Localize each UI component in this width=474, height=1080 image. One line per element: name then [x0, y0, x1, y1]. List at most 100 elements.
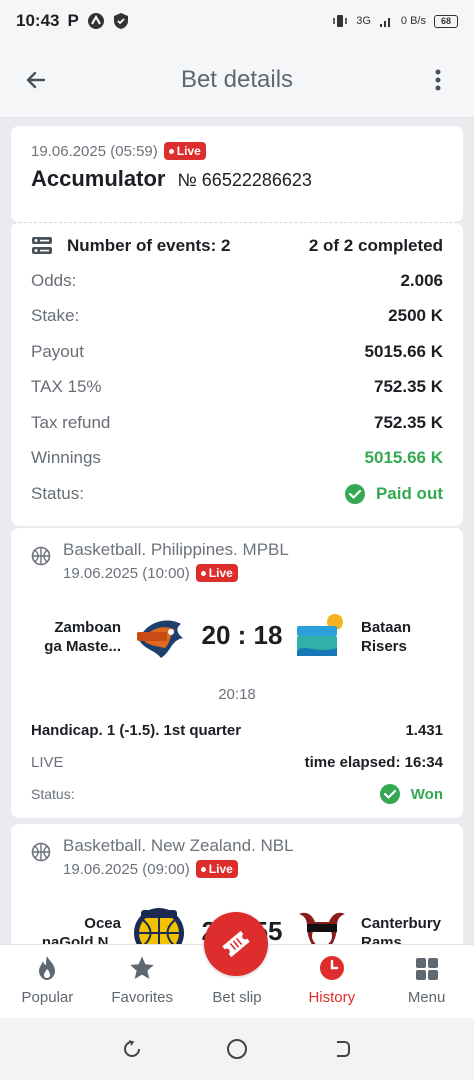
home-team-name: Zamboan ga Maste... [44, 619, 121, 655]
home-team-logo [137, 620, 183, 658]
bet-date: 19.06.2025 (05:59) [31, 142, 158, 160]
info-row-status: Status: Paid out [31, 476, 443, 512]
back-button[interactable] [0, 42, 72, 118]
event-status-label: Status: [31, 786, 75, 802]
nav-menu[interactable]: Menu [379, 945, 474, 1018]
nav-history[interactable]: History [284, 945, 379, 1018]
bet-odds: 1.431 [405, 721, 443, 739]
info-row-tax: TAX 15% 752.35 K [31, 370, 443, 406]
info-value: 5015.66 K [364, 341, 443, 361]
back-nav-icon[interactable] [331, 1038, 353, 1060]
info-label: Stake: [31, 306, 80, 326]
info-label: Payout [31, 341, 84, 361]
system-navigation-bar [0, 1018, 474, 1080]
grid-icon [415, 958, 438, 980]
away-team-logo [299, 912, 345, 944]
event-card[interactable]: Basketball. Philippines. MPBL 19.06.2025… [11, 528, 463, 818]
battery-icon: 68 [434, 14, 458, 28]
bet-details-content[interactable]: 19.06.2025 (05:59) Live Accumulator № 66… [0, 118, 474, 944]
flame-icon [39, 956, 56, 980]
bet-type: Accumulator [31, 166, 166, 191]
network-type: 3G [356, 15, 371, 27]
event-status-badge: Won [379, 783, 443, 805]
vibrate-icon [333, 15, 347, 27]
page-title: Bet details [180, 65, 294, 93]
ticket-icon [222, 930, 250, 958]
event-date: 19.06.2025 (10:00) [63, 564, 190, 582]
parking-icon: P [67, 11, 79, 30]
info-row-tax-refund: Tax refund 752.35 K [31, 405, 443, 441]
status-bar: 10:43 P 3G 0 B/s 68 [0, 0, 474, 42]
live-badge-label: Live [208, 566, 233, 580]
away-team-name: Bataan Risers [361, 619, 412, 655]
info-label: Odds: [31, 270, 77, 290]
more-options-button[interactable] [402, 42, 474, 118]
live-badge: Live [195, 564, 238, 582]
away-team-name: Canterbury Rams [361, 915, 442, 944]
home-team-name: Ocea naGold N... [41, 915, 121, 944]
info-label: TAX 15% [31, 377, 102, 397]
live-badge: Live [163, 142, 206, 160]
info-value: 2500 K [388, 306, 443, 326]
nav-label: History [308, 989, 356, 1006]
bet-info-card: Number of events: 2 2 of 2 completed Odd… [11, 222, 463, 526]
rotate-icon[interactable] [121, 1038, 143, 1060]
live-badge-label: Live [208, 862, 233, 876]
bet-slip-button[interactable] [204, 912, 268, 976]
status-badge: Paid out [344, 483, 443, 505]
net-speed: 0 B/s [400, 15, 426, 27]
nav-popular[interactable]: Popular [0, 945, 95, 1018]
time-elapsed: time elapsed: 16:34 [304, 753, 443, 771]
league-name: Basketball. New Zealand. NBL [63, 836, 294, 855]
bet-selection-row: Handicap. 1 (-1.5). 1st quarter 1.431 [31, 715, 443, 745]
live-badge-label: Live [176, 144, 201, 158]
bet-market: Handicap. 1 (-1.5). 1st quarter [31, 721, 242, 739]
info-label: Tax refund [31, 412, 111, 432]
bet-number: № 66522286623 [177, 170, 312, 190]
arrow-left-icon [26, 71, 46, 88]
status-label: Status: [31, 483, 84, 503]
nav-favorites[interactable]: Favorites [95, 945, 190, 1018]
info-row-stake: Stake: 2500 K [31, 299, 443, 335]
events-count: Number of events: 2 [67, 236, 231, 255]
events-completed: 2 of 2 completed [308, 236, 443, 255]
star-icon [130, 956, 154, 979]
app-notification-icon [87, 13, 104, 29]
info-value: 752.35 K [374, 412, 443, 432]
clock-icon [319, 956, 344, 980]
winnings-value: 5015.66 K [364, 448, 443, 468]
list-icon [32, 237, 52, 254]
info-row-odds: Odds: 2.006 [31, 263, 443, 299]
match-score: 20 : 18 [201, 620, 283, 650]
check-circle-icon [379, 784, 400, 804]
live-dot-icon [200, 866, 206, 872]
period-score: 20:18 [218, 686, 256, 703]
status-value: Paid out [375, 483, 443, 503]
info-row-payout: Payout 5015.66 K [31, 334, 443, 370]
bet-summary-card: 19.06.2025 (05:59) Live Accumulator № 66… [11, 126, 463, 222]
event-date: 19.06.2025 (09:00) [63, 860, 190, 878]
basketball-icon [31, 842, 51, 862]
nav-label: Bet slip [212, 989, 262, 1006]
events-count-row: Number of events: 2 2 of 2 completed [31, 229, 443, 263]
live-status-row: LIVE time elapsed: 16:34 [31, 745, 443, 779]
check-circle-icon [344, 483, 365, 504]
home-team-logo [134, 908, 184, 944]
clock-time: 10:43 [16, 11, 60, 30]
home-icon[interactable] [225, 1037, 249, 1061]
live-badge: Live [195, 860, 238, 878]
basketball-icon [31, 546, 51, 566]
more-vertical-icon [435, 69, 441, 90]
info-value: 2.006 [400, 270, 443, 290]
signal-icon [379, 18, 390, 27]
event-status-value: Won [410, 785, 443, 803]
nav-label: Popular [21, 989, 74, 1006]
live-label: LIVE [31, 753, 64, 771]
nav-label: Menu [407, 989, 446, 1006]
event-status-row: Status: Won [31, 779, 443, 809]
league-name: Basketball. Philippines. MPBL [63, 540, 289, 559]
away-team-logo [297, 614, 343, 656]
live-dot-icon [200, 570, 206, 576]
info-value: 752.35 K [374, 377, 443, 397]
shield-icon [113, 13, 128, 29]
